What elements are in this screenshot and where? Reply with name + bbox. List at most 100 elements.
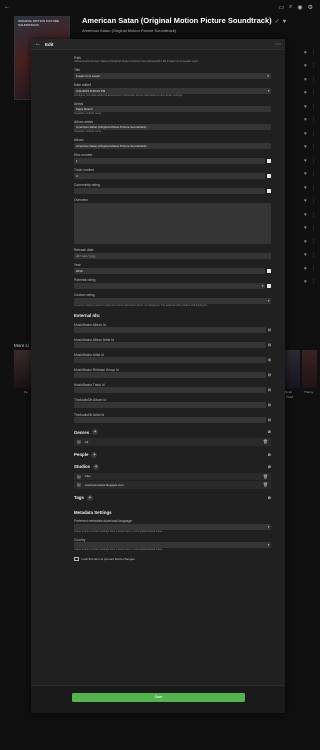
more-icon[interactable]: ⋮ <box>311 212 316 218</box>
heart-icon[interactable]: ♥ <box>304 158 307 164</box>
album-field[interactable]: American Satan (Original Motion Picture … <box>74 142 271 149</box>
heart-icon[interactable]: ♥ <box>304 90 307 96</box>
more-icon[interactable]: ⋮ <box>311 158 316 164</box>
back-arrow-icon[interactable]: ← <box>35 41 41 47</box>
played-check-icon[interactable]: ✓ <box>275 19 280 25</box>
settings-icon[interactable]: ⚙ <box>308 4 313 11</box>
heart-icon[interactable]: ♥ <box>304 50 307 56</box>
heart-icon[interactable]: ♥ <box>304 77 307 83</box>
open-link-icon[interactable]: ▤ <box>268 358 271 362</box>
lock-item-checkbox[interactable] <box>74 556 79 562</box>
preferred-language-help: Leave empty to inherit settings from a p… <box>74 529 163 533</box>
preferred-language-select[interactable]: ▾ <box>74 523 271 530</box>
add-genre-button[interactable]: + <box>92 429 99 436</box>
more-icon[interactable]: ⋮ <box>311 50 316 56</box>
track-number-field[interactable]: 4 <box>74 172 265 179</box>
cast-icon[interactable]: ▭ <box>278 4 284 11</box>
year-lock-checkbox[interactable] <box>267 268 271 273</box>
track-lock-checkbox[interactable] <box>267 173 271 178</box>
save-button[interactable]: Save <box>72 693 245 702</box>
similar-album-thumb[interactable] <box>284 350 300 388</box>
heart-icon[interactable]: ♥ <box>304 63 307 69</box>
delete-all-tags-icon[interactable]: ⊘ <box>268 495 271 500</box>
external-id-field[interactable] <box>74 357 266 364</box>
more-icon[interactable]: ⋮ <box>311 252 316 258</box>
country-help: Leave empty to inherit settings from a p… <box>74 548 163 552</box>
delete-icon[interactable]: 🗑 <box>263 439 268 444</box>
user-icon[interactable]: ◉ <box>297 4 302 11</box>
title-field[interactable]: Freak On A Leash ✕ <box>74 72 271 79</box>
more-icon[interactable]: ⋮ <box>311 90 316 96</box>
more-icon[interactable]: ⋮ <box>311 239 316 245</box>
delete-icon[interactable]: 🗑 <box>263 474 268 479</box>
more-icon[interactable]: ⋮ <box>311 198 316 204</box>
more-icon[interactable]: ⋮ <box>311 131 316 137</box>
search-icon[interactable]: ⌕ <box>289 4 292 11</box>
external-id-field[interactable] <box>74 342 266 349</box>
custom-rating-select[interactable]: ▾ <box>74 297 271 304</box>
more-icon[interactable]: ⋮ <box>311 266 316 272</box>
open-link-icon[interactable]: ▤ <box>268 418 271 422</box>
community-rating-field[interactable] <box>74 187 265 194</box>
add-person-button[interactable]: + <box>91 451 98 458</box>
artists-field[interactable]: Papa Roach <box>74 106 271 112</box>
disc-lock-checkbox[interactable] <box>267 158 271 163</box>
heart-icon[interactable]: ♥ <box>304 131 307 137</box>
heart-icon[interactable]: ♥ <box>304 239 307 245</box>
studio-value: marinusmusica.blogspot.com <box>84 482 124 487</box>
heart-icon[interactable]: ♥ <box>304 252 307 258</box>
clear-icon[interactable]: ✕ <box>267 73 270 79</box>
heart-icon[interactable]: ♥ <box>304 198 307 204</box>
album-artists-field[interactable]: American Satan (Original Motion Picture … <box>74 124 271 131</box>
heart-icon[interactable]: ♥ <box>304 117 307 123</box>
open-link-icon[interactable]: ▤ <box>268 373 271 377</box>
more-icon[interactable]: ⋮ <box>311 104 316 110</box>
add-tag-button[interactable]: + <box>86 494 93 501</box>
external-id-field[interactable] <box>74 387 266 394</box>
more-icon[interactable]: ⋮ <box>311 144 316 150</box>
heart-icon[interactable]: ♥ <box>304 144 307 150</box>
external-id-field[interactable] <box>74 402 266 409</box>
date-added-field[interactable]: 3/11/2019 8:39:04 PM ▾ <box>74 87 271 94</box>
delete-all-studios-icon[interactable]: ⊘ <box>268 464 271 469</box>
open-link-icon[interactable]: ▤ <box>268 403 271 407</box>
delete-all-genres-icon[interactable]: ⊘ <box>268 429 271 434</box>
calendar-icon[interactable]: ▾ <box>268 88 270 94</box>
lock-item-row[interactable]: Lock this item to prevent future changes <box>74 556 271 562</box>
add-studio-button[interactable]: + <box>93 463 100 470</box>
more-icon[interactable]: ⋮ <box>311 63 316 69</box>
more-options-icon[interactable]: ⋯ <box>275 41 281 48</box>
delete-icon[interactable]: 🗑 <box>263 482 268 487</box>
back-icon[interactable]: ← <box>4 4 10 10</box>
year-field[interactable]: 2019 <box>74 267 265 274</box>
heart-icon[interactable]: ♥ <box>304 225 307 231</box>
external-id-field[interactable] <box>74 372 266 379</box>
external-id-field[interactable] <box>74 327 266 334</box>
more-icon[interactable]: ⋮ <box>311 279 316 285</box>
overview-textarea[interactable] <box>74 202 271 244</box>
release-date-field[interactable]: dd / mm / yyyy <box>74 252 271 259</box>
more-icon[interactable]: ⋮ <box>311 171 316 177</box>
heart-icon[interactable]: ♥ <box>304 212 307 218</box>
external-id-field[interactable] <box>74 417 266 424</box>
disc-number-field[interactable]: 1 <box>74 157 265 164</box>
open-link-icon[interactable]: ▤ <box>268 388 271 392</box>
more-icon[interactable]: ⋮ <box>311 225 316 231</box>
heart-icon[interactable]: ♥ <box>304 279 307 285</box>
open-link-icon[interactable]: ▤ <box>268 328 271 332</box>
heart-icon[interactable]: ♥ <box>304 185 307 191</box>
similar-album-thumb[interactable] <box>302 350 317 388</box>
heart-icon[interactable]: ♥ <box>304 171 307 177</box>
parental-lock-checkbox[interactable] <box>267 283 271 288</box>
more-icon[interactable]: ⋮ <box>311 117 316 123</box>
open-link-icon[interactable]: ▤ <box>268 343 271 347</box>
heart-icon[interactable]: ♥ <box>304 266 307 272</box>
delete-all-people-icon[interactable]: ⊘ <box>268 452 271 457</box>
community-lock-checkbox[interactable] <box>267 188 271 193</box>
parental-rating-select[interactable]: ▾ <box>74 282 265 289</box>
heart-icon[interactable]: ♥ <box>283 19 287 25</box>
more-icon[interactable]: ⋮ <box>311 77 316 83</box>
more-icon[interactable]: ⋮ <box>311 185 316 191</box>
heart-icon[interactable]: ♥ <box>304 104 307 110</box>
country-select[interactable]: ▾ <box>74 542 271 549</box>
